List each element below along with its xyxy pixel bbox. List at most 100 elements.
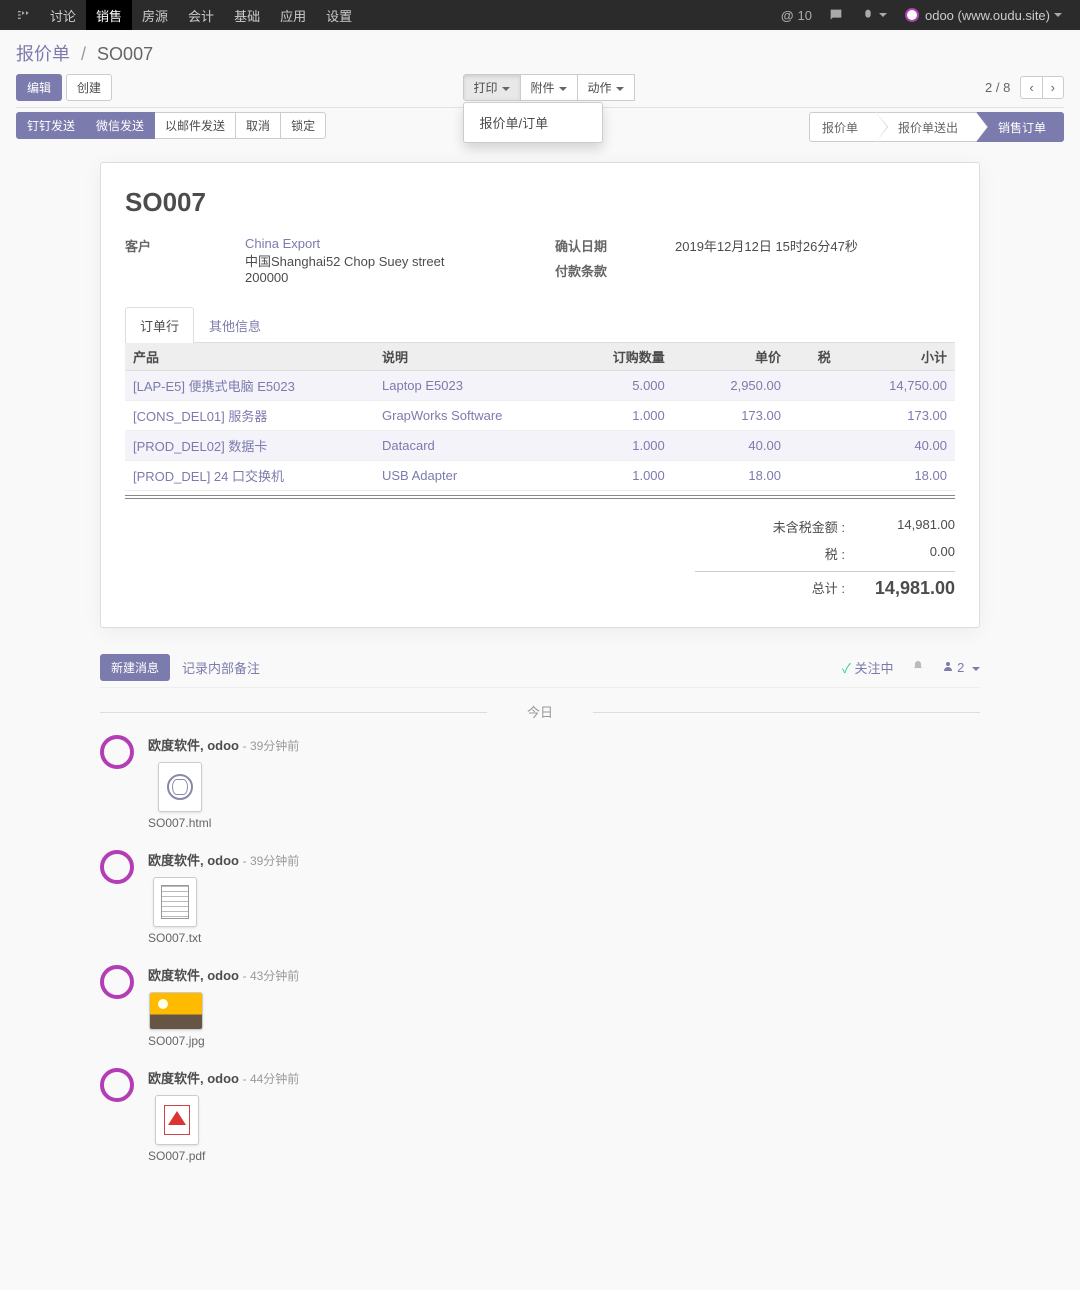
workflow-button-0[interactable]: 钉钉发送	[16, 112, 86, 139]
person-icon	[942, 660, 954, 672]
following-status[interactable]: ✓ 关注中	[842, 658, 894, 677]
new-message-button[interactable]: 新建消息	[100, 654, 170, 681]
customer-link[interactable]: China Export	[245, 236, 525, 251]
message-time: - 39分钟前	[243, 854, 300, 868]
create-button[interactable]: 创建	[66, 74, 112, 101]
value-total: 14,981.00	[855, 578, 955, 599]
breadcrumb-root[interactable]: 报价单	[16, 44, 70, 64]
print-dropdown[interactable]: 打印	[463, 74, 521, 101]
col-price: 单价	[673, 343, 789, 371]
cell-subtotal: 40.00	[839, 431, 955, 461]
col-desc: 说明	[374, 343, 573, 371]
customer-address-1: 中国Shanghai52 Chop Suey street	[245, 251, 525, 270]
order-lines-table: 产品 说明 订购数量 单价 税 小计 [LAP-E5] 便携式电脑 E5023L…	[125, 343, 955, 491]
label-total: 总计 :	[695, 578, 855, 599]
attachment[interactable]: SO007.txt	[148, 877, 201, 945]
table-row[interactable]: [CONS_DEL01] 服务器GrapWorks Software1.0001…	[125, 401, 955, 431]
tab-0[interactable]: 订单行	[125, 307, 194, 343]
day-separator: 今日	[100, 702, 980, 721]
attachment-name: SO007.jpg	[148, 1034, 205, 1048]
value-untaxed: 14,981.00	[855, 517, 955, 536]
record-title: SO007	[125, 187, 955, 218]
pager: 2 / 8 ‹ ›	[985, 76, 1064, 99]
cell-qty: 1.000	[573, 431, 673, 461]
cell-desc: Laptop E5023	[374, 371, 573, 401]
message-author: 欧度软件, odoo	[148, 968, 239, 983]
cell-desc: USB Adapter	[374, 461, 573, 491]
message: 欧度软件, odoo - 39分钟前SO007.html	[100, 735, 980, 830]
stage-1[interactable]: 报价单送出	[876, 112, 976, 142]
message: 欧度软件, odoo - 44分钟前SO007.pdf	[100, 1068, 980, 1163]
totals: 未含税金额 :14,981.00 税 :0.00 总计 :14,981.00	[695, 513, 955, 603]
workflow-button-3[interactable]: 取消	[235, 112, 281, 139]
pager-prev-button[interactable]: ‹	[1020, 76, 1042, 99]
nav-item-2[interactable]: 房源	[132, 0, 178, 30]
action-dropdown[interactable]: 动作	[577, 74, 635, 101]
col-qty: 订购数量	[573, 343, 673, 371]
chevron-left-icon: ‹	[1029, 80, 1033, 95]
attachment[interactable]: SO007.pdf	[148, 1095, 205, 1163]
message-author: 欧度软件, odoo	[148, 738, 239, 753]
cell-desc: GrapWorks Software	[374, 401, 573, 431]
stage-0[interactable]: 报价单	[809, 112, 876, 142]
cell-tax	[789, 461, 839, 491]
col-subtotal: 小计	[839, 343, 955, 371]
print-quotation-order[interactable]: 报价单/订单	[464, 107, 602, 138]
notification-bell-icon[interactable]	[912, 660, 924, 675]
cell-product: [PROD_DEL] 24 口交换机	[125, 461, 374, 491]
attachment-dropdown[interactable]: 附件	[520, 74, 578, 101]
txt-file-icon	[153, 877, 197, 927]
workflow-button-2[interactable]: 以邮件发送	[154, 112, 236, 139]
cell-price: 2,950.00	[673, 371, 789, 401]
nav-item-6[interactable]: 设置	[316, 0, 362, 30]
cell-subtotal: 18.00	[839, 461, 955, 491]
control-panel: 报价单 / SO007 编辑 创建 打印 附件 动作 报价单/订单 2 / 8 …	[0, 30, 1080, 108]
mention-icon[interactable]: @10	[773, 0, 820, 30]
value-payment-terms	[675, 261, 955, 280]
table-row[interactable]: [PROD_DEL02] 数据卡Datacard1.00040.0040.00	[125, 431, 955, 461]
pager-text: 2 / 8	[985, 80, 1010, 95]
message-time: - 43分钟前	[243, 969, 300, 983]
top-nav: 讨论销售房源会计基础应用设置 @10 odoo (www.oudu.site)	[0, 0, 1080, 30]
pager-next-button[interactable]: ›	[1042, 76, 1064, 99]
action-dropdowns: 打印 附件 动作 报价单/订单	[463, 74, 635, 101]
user-menu[interactable]: odoo (www.oudu.site)	[895, 0, 1072, 30]
col-product: 产品	[125, 343, 374, 371]
attachment[interactable]: SO007.html	[148, 762, 211, 830]
workflow-button-1[interactable]: 微信发送	[85, 112, 155, 139]
label-tax: 税 :	[695, 544, 855, 563]
table-row[interactable]: [PROD_DEL] 24 口交换机USB Adapter1.00018.001…	[125, 461, 955, 491]
tab-1[interactable]: 其他信息	[194, 307, 276, 343]
attachment-name: SO007.pdf	[148, 1149, 205, 1163]
avatar	[100, 1068, 134, 1102]
value-tax: 0.00	[855, 544, 955, 563]
debug-icon[interactable]	[852, 0, 895, 30]
table-row[interactable]: [LAP-E5] 便携式电脑 E5023Laptop E50235.0002,9…	[125, 371, 955, 401]
nav-item-1[interactable]: 销售	[86, 0, 132, 30]
attachment[interactable]: SO007.jpg	[148, 992, 205, 1048]
log-note-link[interactable]: 记录内部备注	[182, 658, 260, 677]
cell-price: 173.00	[673, 401, 789, 431]
form-sheet: SO007 客户 China Export 中国Shanghai52 Chop …	[100, 162, 980, 628]
nav-item-5[interactable]: 应用	[270, 0, 316, 30]
customer-address-2: 200000	[245, 270, 525, 285]
nav-item-4[interactable]: 基础	[224, 0, 270, 30]
nav-item-0[interactable]: 讨论	[40, 0, 86, 30]
breadcrumb-current: SO007	[97, 44, 153, 64]
apps-switcher-icon[interactable]	[8, 0, 40, 30]
cell-subtotal: 173.00	[839, 401, 955, 431]
cell-desc: Datacard	[374, 431, 573, 461]
messaging-icon[interactable]	[820, 0, 852, 30]
user-avatar-icon	[905, 8, 919, 22]
stage-2[interactable]: 销售订单	[976, 112, 1064, 142]
followers-count[interactable]: 2	[942, 660, 980, 675]
message: 欧度软件, odoo - 43分钟前 SO007.jpg	[100, 965, 980, 1048]
cell-price: 18.00	[673, 461, 789, 491]
cell-qty: 1.000	[573, 461, 673, 491]
edit-button[interactable]: 编辑	[16, 74, 62, 101]
message: 欧度软件, odoo - 39分钟前SO007.txt	[100, 850, 980, 945]
col-tax: 税	[789, 343, 839, 371]
avatar	[100, 965, 134, 999]
nav-item-3[interactable]: 会计	[178, 0, 224, 30]
workflow-button-4[interactable]: 锁定	[280, 112, 326, 139]
